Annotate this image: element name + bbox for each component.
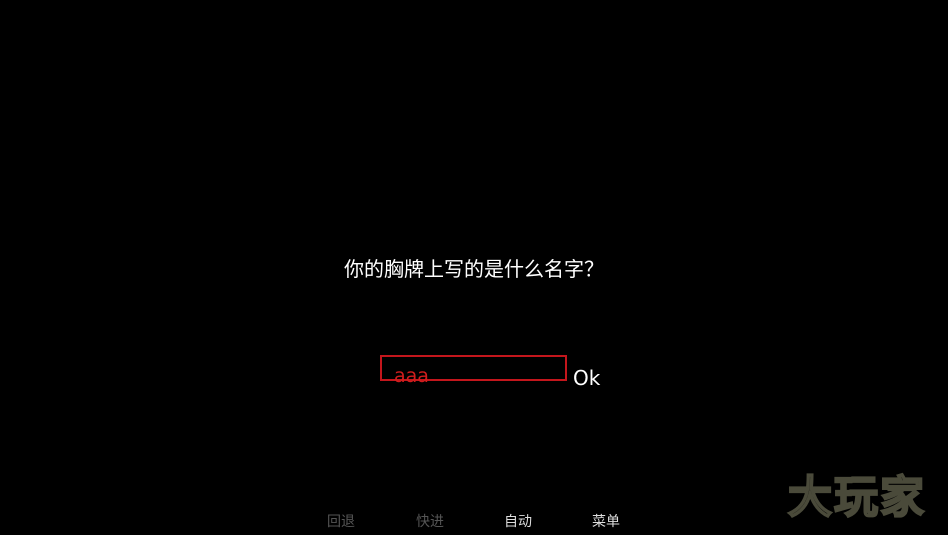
auto-button[interactable]: 自动 xyxy=(504,511,532,533)
menu-button[interactable]: 菜单 xyxy=(592,511,620,533)
name-question: 你的胸牌上写的是什么名字？ xyxy=(344,257,604,281)
watermark-logo: 大玩家 xyxy=(787,471,926,522)
back-button[interactable]: 回退 xyxy=(327,511,355,533)
name-input[interactable]: aaa xyxy=(380,355,567,387)
ok-button[interactable]: Ok xyxy=(573,364,600,392)
svg-text:大玩家: 大玩家 xyxy=(788,472,926,522)
skip-button[interactable]: 快进 xyxy=(416,511,444,533)
